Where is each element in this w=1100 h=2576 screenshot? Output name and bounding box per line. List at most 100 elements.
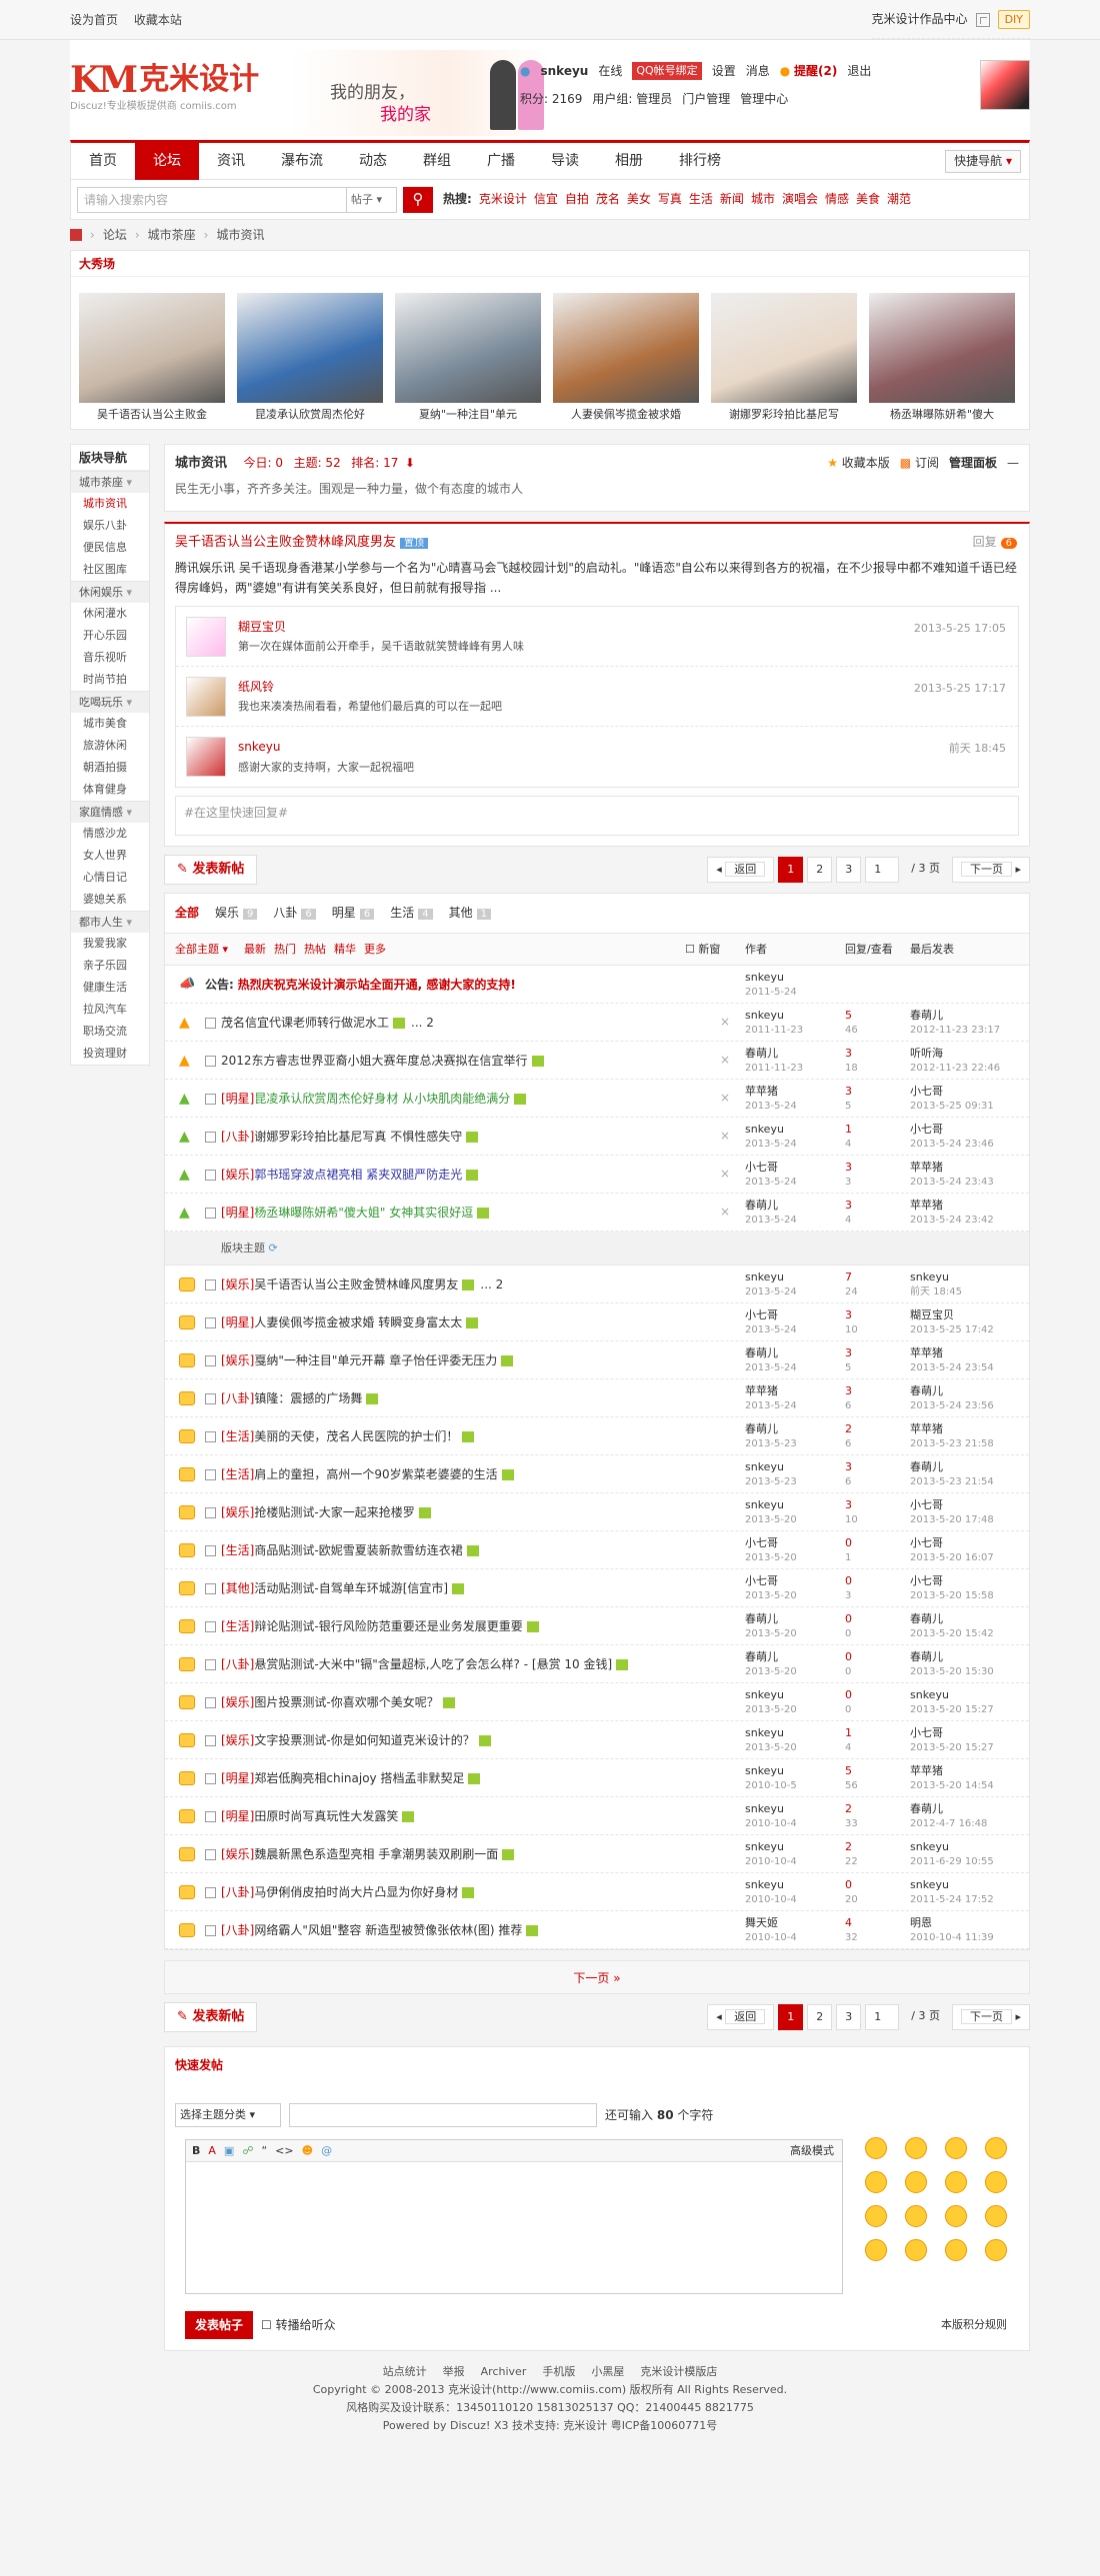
search-type-select[interactable]: 帖子 ▾ <box>347 186 397 213</box>
table-row[interactable]: [明星]郑岩低胸亮相chinajoy 搭档孟非默契足 snkeyu 2010-10-… <box>165 1759 1029 1798</box>
showcase-caption[interactable]: 谢娜罗彩玲拍比基尼写 <box>711 407 857 423</box>
footer-link[interactable]: 手机版 <box>542 2365 575 2378</box>
smiley-icon[interactable] <box>865 2171 887 2194</box>
back-button[interactable]: ◂ 返回 <box>707 2004 775 2031</box>
sidebar-category[interactable]: 城市茶座 ▾ <box>71 471 149 493</box>
smiley-icon[interactable] <box>905 2239 927 2262</box>
showcase-item[interactable]: 人妻侯佩岑揽金被求婚 <box>553 293 699 423</box>
new-post-button-bottom[interactable]: ✎ 发表新帖 <box>164 2002 258 2033</box>
thread-author[interactable]: snkeyu 2013-5-20 <box>745 1687 797 1717</box>
thread-checkbox[interactable] <box>205 1849 216 1861</box>
sidebar-item[interactable]: 社区图库 <box>71 559 149 581</box>
thread-category[interactable]: [明星] <box>221 1206 254 1220</box>
portal-manage-link[interactable]: 门户管理 <box>682 91 730 108</box>
page-jump-input[interactable]: 1 <box>865 2004 900 2031</box>
new-post-button[interactable]: ✎ 发表新帖 <box>164 855 258 886</box>
showcase-image[interactable] <box>237 293 383 403</box>
thread-category[interactable]: [八卦] <box>221 1130 254 1144</box>
showcase-item[interactable]: 吴千语否认当公主败金 <box>79 293 225 423</box>
thread-title[interactable]: 魏晨新黑色系造型亮相 手拿潮男装双刷刷一面 <box>254 1847 498 1861</box>
close-icon[interactable]: × <box>720 1166 730 1183</box>
smiley-icon[interactable] <box>985 2171 1007 2194</box>
thread-checkbox[interactable] <box>205 1132 216 1144</box>
table-row[interactable]: [八卦]镇隆：震撼的广场舞 苹苹猪 2013-5-24 3 6 春萌儿 2013-5-24 … <box>165 1379 1029 1418</box>
diy-button[interactable]: DIY <box>997 9 1030 30</box>
reply-author[interactable]: 糊豆宝贝 <box>238 619 524 636</box>
thread-checkbox[interactable] <box>205 1469 216 1481</box>
table-row[interactable]: [八卦]悬赏贴测试-大米中"镉"含量超标,人吃了会怎么样? - [悬赏 10 金… <box>165 1645 1029 1684</box>
last-post[interactable]: snkeyu 前天 18:45 <box>910 1270 962 1299</box>
page-2[interactable]: 2 <box>807 857 833 884</box>
type-tab[interactable]: 其他 1 <box>449 905 491 922</box>
points-rule-link[interactable]: 本版积分规则 <box>941 2317 1007 2332</box>
nav-item[interactable]: 导读 <box>533 143 597 180</box>
showcase-image[interactable] <box>711 293 857 403</box>
last-post[interactable]: 小七哥 2013-5-25 09:31 <box>910 1084 994 1114</box>
showcase-caption[interactable]: 吴千语否认当公主败金 <box>79 407 225 423</box>
last-post[interactable]: 苹苹猪 2013-5-24 23:43 <box>910 1160 994 1190</box>
last-post[interactable]: 明恩 2010-10-4 11:39 <box>910 1915 994 1945</box>
rss-link[interactable]: ▩ 订阅 <box>900 455 939 472</box>
reply-author[interactable]: snkeyu <box>238 739 414 756</box>
hot-search-item[interactable]: 城市 <box>751 192 775 206</box>
hot-search-item[interactable]: 新闻 <box>720 192 744 206</box>
thread-title[interactable]: 2012东方睿志世界亚裔小姐大赛年度总决赛拟在信宜举行 <box>221 1054 528 1068</box>
thread-title[interactable]: 人妻侯佩岑揽金被求婚 转瞬变身富太太 <box>254 1315 462 1329</box>
showcase-caption[interactable]: 杨丞琳曝陈妍希"傻大 <box>869 407 1015 423</box>
back-button[interactable]: ◂ 返回 <box>707 857 775 884</box>
thread-title[interactable]: 美丽的天使，茂名人民医院的护士们！ <box>254 1429 458 1443</box>
category-select[interactable]: 选择主题分类 ▾ <box>175 2103 281 2128</box>
sticky-row[interactable]: ▲ [八卦]谢娜罗彩玲拍比基尼写真 不惧性感失守 × snkeyu 2013-5-24 1… <box>165 1118 1029 1157</box>
thread-checkbox[interactable] <box>205 1018 216 1030</box>
smiley-icon[interactable] <box>985 2137 1007 2160</box>
thread-author[interactable]: 春萌儿 2013-5-24 <box>745 1345 797 1375</box>
logo[interactable]: KM 克米设计 Discuz!专业模板提供商 comiis.com <box>70 60 270 115</box>
thread-author[interactable]: 春萌儿 2013-5-23 <box>745 1421 797 1451</box>
thread-author[interactable]: snkeyu 2010-10-5 <box>745 1763 797 1793</box>
smiley-icon[interactable] <box>905 2205 927 2228</box>
thread-author[interactable]: snkeyu 2013-5-20 <box>745 1725 797 1755</box>
sidebar-item[interactable]: 投资理财 <box>71 1043 149 1065</box>
showcase-item[interactable]: 杨丞琳曝陈妍希"傻大 <box>869 293 1015 423</box>
page-links[interactable]: ... 2 <box>411 1016 434 1030</box>
search-input[interactable]: 请输入搜索内容 <box>77 186 347 213</box>
search-button[interactable]: ⚲ <box>403 186 433 213</box>
thread-author[interactable]: 春萌儿 2013-5-20 <box>745 1611 797 1641</box>
sidebar-category[interactable]: 休闲娱乐 ▾ <box>71 581 149 603</box>
thread-title[interactable]: 谢娜罗彩玲拍比基尼写真 不惧性感失守 <box>254 1130 462 1144</box>
thread-category[interactable]: [八卦] <box>221 1657 254 1671</box>
last-post[interactable]: 小七哥 2013-5-20 17:48 <box>910 1497 994 1527</box>
hot-search-item[interactable]: 生活 <box>689 192 713 206</box>
last-post[interactable]: 春萌儿 2012-11-23 23:17 <box>910 1008 1000 1038</box>
smiley-icon[interactable] <box>985 2239 1007 2262</box>
home-icon[interactable] <box>70 229 82 241</box>
thread-category[interactable]: [明星] <box>221 1809 254 1823</box>
advanced-mode-link[interactable]: 高级模式 <box>790 2143 834 2158</box>
new-window-toggle[interactable]: ☐ 新窗 <box>685 942 720 957</box>
thread-checkbox[interactable] <box>205 1811 216 1823</box>
sidebar-item[interactable]: 城市资讯 <box>71 493 149 515</box>
thread-checkbox[interactable] <box>205 1545 216 1557</box>
table-row[interactable]: [娱乐]吴千语否认当公主败金赞林峰风度男友 ... 2 snkeyu 2013-5-2… <box>165 1266 1029 1304</box>
hot-search-item[interactable]: 茂名 <box>596 192 620 206</box>
reminder-link[interactable]: ● 提醒(2) <box>780 63 838 80</box>
thread-category[interactable]: [娱乐] <box>221 1353 254 1367</box>
hot-search-item[interactable]: 情感 <box>825 192 849 206</box>
smiley-icon[interactable] <box>985 2205 1007 2228</box>
showcase-item[interactable]: 夏纳"一种注目"单元 <box>395 293 541 423</box>
sidebar-item[interactable]: 亲子乐园 <box>71 955 149 977</box>
title-input[interactable] <box>289 2103 597 2128</box>
sort-option[interactable]: 更多 <box>364 943 386 956</box>
reply-avatar[interactable] <box>186 676 226 717</box>
all-topics-filter[interactable]: 全部主题 ▾ <box>175 942 228 957</box>
hot-search-item[interactable]: 信宜 <box>534 192 558 206</box>
page-jump-input[interactable]: 1 <box>865 857 900 884</box>
sidebar-item[interactable]: 开心乐园 <box>71 625 149 647</box>
thread-author[interactable]: 小七哥 2013-5-20 <box>745 1573 797 1603</box>
thread-category[interactable]: [明星] <box>221 1315 254 1329</box>
table-row[interactable]: [娱乐]文字投票测试-你是如何知道克米设计的？ snkeyu 2013-5-20 1 4… <box>165 1721 1029 1760</box>
last-post[interactable]: 小七哥 2013-5-24 23:46 <box>910 1122 994 1152</box>
last-post[interactable]: 春萌儿 2013-5-20 15:42 <box>910 1611 994 1641</box>
thread-title[interactable]: 茂名信宜代课老师转行做泥水工 <box>221 1016 389 1030</box>
page-3[interactable]: 3 <box>836 2004 862 2031</box>
